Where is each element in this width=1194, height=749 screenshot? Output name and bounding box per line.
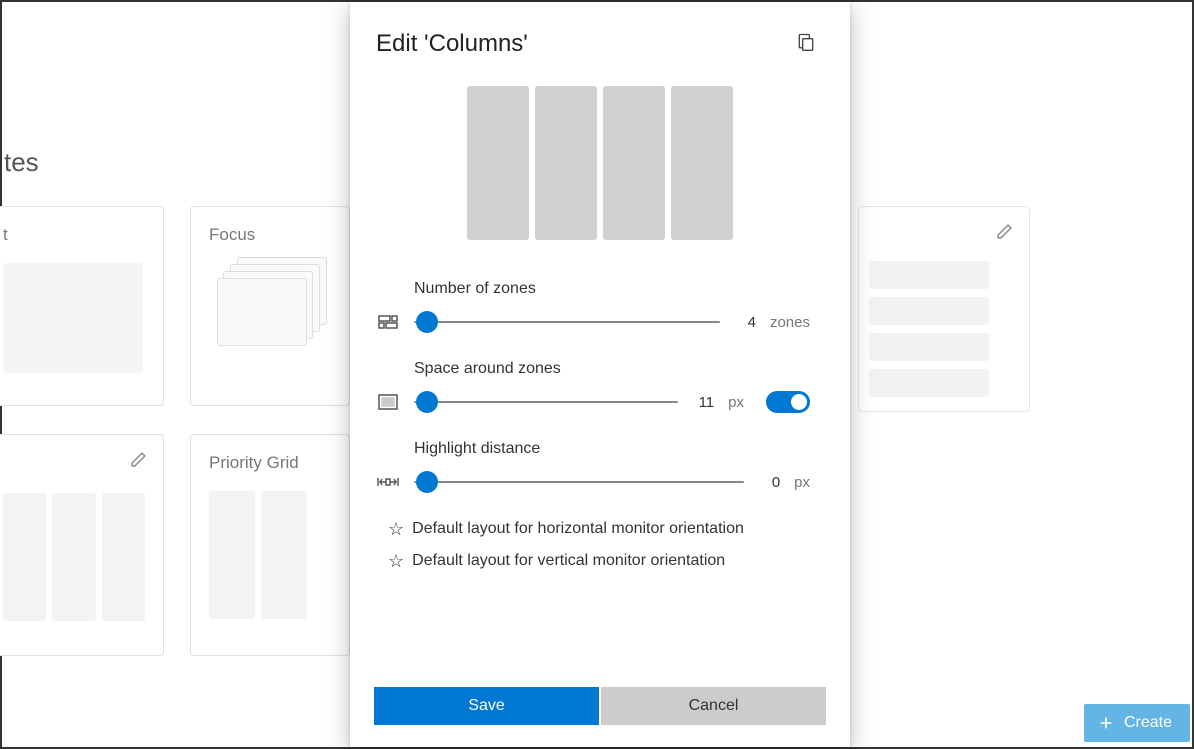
grid-icon bbox=[376, 315, 400, 329]
template-card-priority-grid[interactable]: Priority Grid bbox=[190, 434, 350, 656]
save-button[interactable]: Save bbox=[374, 687, 599, 725]
zones-value: 4 bbox=[734, 314, 756, 331]
card-thumbnail bbox=[209, 491, 331, 619]
default-horizontal-label: Default layout for horizontal monitor or… bbox=[412, 520, 744, 538]
space-value: 11 bbox=[692, 394, 714, 411]
star-icon: ☆ bbox=[388, 520, 404, 538]
card-title: t bbox=[3, 225, 145, 245]
padding-icon bbox=[376, 394, 400, 410]
template-card[interactable]: t bbox=[0, 206, 164, 406]
template-card-rows[interactable] bbox=[858, 206, 1030, 412]
distance-icon bbox=[376, 476, 400, 488]
highlight-value: 0 bbox=[758, 474, 780, 491]
zones-unit: zones bbox=[770, 314, 810, 331]
edit-layout-dialog: Edit 'Columns' Number of zones bbox=[350, 2, 850, 747]
pencil-icon[interactable] bbox=[130, 451, 147, 473]
highlight-unit: px bbox=[794, 474, 810, 491]
space-label: Space around zones bbox=[414, 360, 810, 378]
duplicate-icon[interactable] bbox=[796, 32, 816, 57]
space-setting: Space around zones 11 px bbox=[376, 360, 810, 414]
zones-setting: Number of zones 4 zones bbox=[376, 280, 810, 334]
space-slider[interactable] bbox=[414, 390, 678, 414]
plus-icon bbox=[1098, 715, 1114, 731]
default-vertical-label: Default layout for vertical monitor orie… bbox=[412, 552, 725, 570]
template-card-focus[interactable]: Focus bbox=[190, 206, 350, 406]
space-unit: px bbox=[728, 394, 744, 411]
card-title: Focus bbox=[209, 225, 331, 245]
highlight-slider[interactable] bbox=[414, 470, 744, 494]
highlight-label: Highlight distance bbox=[414, 440, 810, 458]
star-icon: ☆ bbox=[388, 552, 404, 570]
space-toggle[interactable] bbox=[766, 391, 810, 413]
card-thumbnail bbox=[3, 493, 145, 621]
cancel-button[interactable]: Cancel bbox=[601, 687, 826, 725]
zones-label: Number of zones bbox=[414, 280, 810, 298]
template-card-custom[interactable] bbox=[0, 434, 164, 656]
default-vertical-checkbox[interactable]: ☆ Default layout for vertical monitor or… bbox=[388, 552, 810, 570]
pencil-icon[interactable] bbox=[996, 223, 1013, 245]
highlight-setting: Highlight distance 0 bbox=[376, 440, 810, 494]
layout-preview bbox=[350, 68, 850, 280]
rows-thumbnail bbox=[859, 251, 999, 407]
default-horizontal-checkbox[interactable]: ☆ Default layout for horizontal monitor … bbox=[388, 520, 810, 538]
zones-slider[interactable] bbox=[414, 310, 720, 334]
create-button[interactable]: Create bbox=[1084, 704, 1190, 742]
card-title: Priority Grid bbox=[209, 453, 331, 473]
card-thumbnail bbox=[3, 263, 143, 373]
dialog-title: Edit 'Columns' bbox=[376, 30, 528, 58]
focus-stack-icon bbox=[217, 257, 332, 357]
create-button-label: Create bbox=[1124, 714, 1172, 732]
